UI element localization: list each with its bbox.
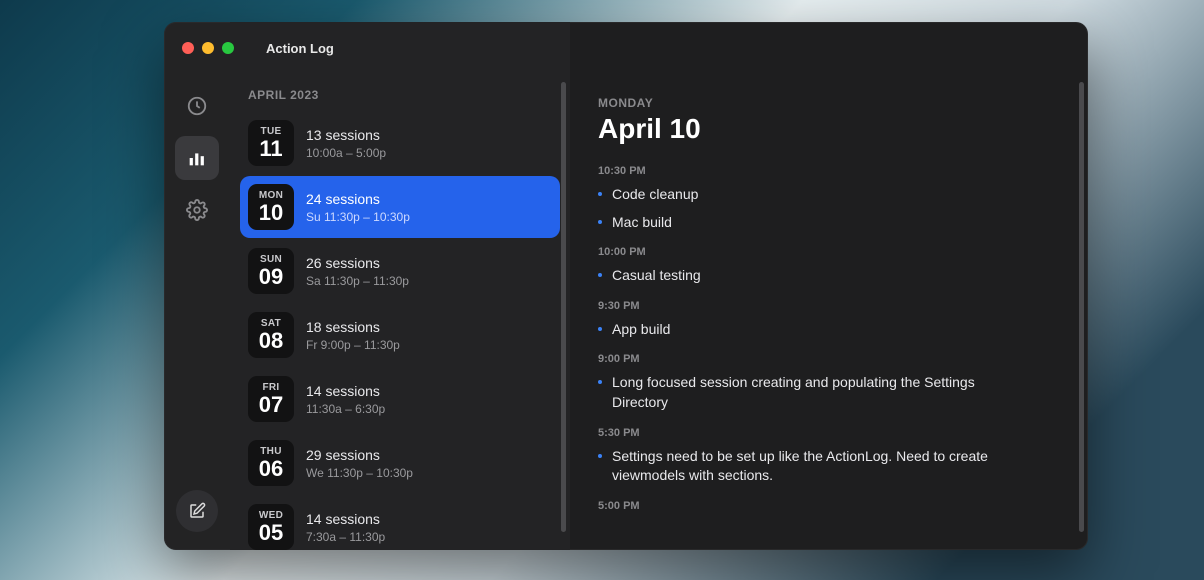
row-text: 14 sessions 7:30a – 11:30p	[306, 511, 385, 544]
compose-button[interactable]	[176, 490, 218, 532]
row-text: 13 sessions 10:00a – 5:00p	[306, 127, 386, 160]
session-range: 7:30a – 11:30p	[306, 530, 385, 544]
date-badge: MON10	[248, 184, 294, 230]
compose-icon	[188, 502, 206, 520]
session-range: 10:00a – 5:00p	[306, 146, 386, 160]
time-header: 10:00 PM	[598, 246, 1060, 258]
row-text: 26 sessions Sa 11:30p – 11:30p	[306, 255, 409, 288]
row-text: 24 sessions Su 11:30p – 10:30p	[306, 191, 410, 224]
day-row[interactable]: MON10 24 sessions Su 11:30p – 10:30p	[240, 176, 560, 238]
session-range: We 11:30p – 10:30p	[306, 466, 413, 480]
close-window-button[interactable]	[182, 42, 194, 54]
time-header: 9:30 PM	[598, 300, 1060, 312]
date-num: 08	[259, 330, 283, 352]
session-range: Sa 11:30p – 11:30p	[306, 274, 409, 288]
date-num: 09	[259, 266, 283, 288]
time-header: 5:00 PM	[598, 500, 1060, 512]
date-num: 07	[259, 394, 283, 416]
sessions-list[interactable]: TUE11 13 sessions 10:00a – 5:00p MON10 24 se…	[230, 112, 570, 550]
titlebar: Action Log	[164, 22, 1088, 74]
entry-text: Code cleanup	[612, 185, 698, 205]
sessions-column: APRIL 2023 TUE11 13 sessions 10:00a – 5:00…	[230, 22, 570, 550]
window-controls	[182, 42, 234, 54]
session-range: Fr 9:00p – 11:30p	[306, 338, 400, 352]
row-text: 18 sessions Fr 9:00p – 11:30p	[306, 319, 400, 352]
log-entry[interactable]: Code cleanup	[598, 185, 1060, 205]
time-header: 10:30 PM	[598, 165, 1060, 177]
session-count: 14 sessions	[306, 511, 385, 527]
timer-icon	[186, 95, 208, 117]
bullet-icon	[598, 220, 602, 224]
fullscreen-window-button[interactable]	[222, 42, 234, 54]
day-row[interactable]: SUN09 26 sessions Sa 11:30p – 11:30p	[240, 240, 560, 302]
day-row[interactable]: THU06 29 sessions We 11:30p – 10:30p	[240, 432, 560, 494]
date-num: 05	[259, 522, 283, 544]
log-entry[interactable]: Mac build	[598, 213, 1060, 233]
bullet-icon	[598, 454, 602, 458]
entry-text: Long focused session creating and popula…	[612, 373, 1012, 412]
app-title: Action Log	[266, 41, 334, 56]
app-window: Action Log APRIL 2023 TUE11 13 sessions 10…	[164, 22, 1088, 550]
row-text: 29 sessions We 11:30p – 10:30p	[306, 447, 413, 480]
date-num: 11	[259, 138, 282, 160]
time-header: 9:00 PM	[598, 353, 1060, 365]
day-row[interactable]: FRI07 14 sessions 11:30a – 6:30p	[240, 368, 560, 430]
bullet-icon	[598, 327, 602, 331]
session-range: 11:30a – 6:30p	[306, 402, 385, 416]
month-header: APRIL 2023	[230, 74, 570, 112]
date-badge: WED05	[248, 504, 294, 550]
log-entry[interactable]: Casual testing	[598, 266, 1060, 286]
session-count: 13 sessions	[306, 127, 386, 143]
bullet-icon	[598, 192, 602, 196]
session-count: 18 sessions	[306, 319, 400, 335]
date-badge: SUN09	[248, 248, 294, 294]
date-badge: SAT08	[248, 312, 294, 358]
detail-day-of-week: MONDAY	[598, 96, 1060, 110]
date-badge: FRI07	[248, 376, 294, 422]
log-entry[interactable]: Long focused session creating and popula…	[598, 373, 1060, 412]
time-header: 5:30 PM	[598, 427, 1060, 439]
log-entry[interactable]: Settings need to be set up like the Acti…	[598, 447, 1060, 486]
session-count: 14 sessions	[306, 383, 385, 399]
detail-column[interactable]: MONDAY April 10 10:30 PM Code cleanup Mac …	[570, 22, 1088, 550]
gear-icon	[186, 199, 208, 221]
sidebar	[164, 22, 230, 550]
date-badge: THU06	[248, 440, 294, 486]
day-row[interactable]: TUE11 13 sessions 10:00a – 5:00p	[240, 112, 560, 174]
date-num: 10	[259, 202, 283, 224]
sidebar-item-log[interactable]	[175, 136, 219, 180]
entry-text: App build	[612, 320, 670, 340]
log-entry[interactable]: App build	[598, 320, 1060, 340]
row-text: 14 sessions 11:30a – 6:30p	[306, 383, 385, 416]
date-badge: TUE11	[248, 120, 294, 166]
scrollbar[interactable]	[561, 82, 566, 532]
sidebar-item-timer[interactable]	[175, 84, 219, 128]
entry-text: Mac build	[612, 213, 672, 233]
session-count: 26 sessions	[306, 255, 409, 271]
chart-icon	[186, 147, 208, 169]
session-count: 29 sessions	[306, 447, 413, 463]
session-range: Su 11:30p – 10:30p	[306, 210, 410, 224]
day-row[interactable]: SAT08 18 sessions Fr 9:00p – 11:30p	[240, 304, 560, 366]
detail-date: April 10	[598, 113, 1060, 145]
session-count: 24 sessions	[306, 191, 410, 207]
sidebar-item-settings[interactable]	[175, 188, 219, 232]
date-num: 06	[259, 458, 283, 480]
entry-text: Settings need to be set up like the Acti…	[612, 447, 1012, 486]
bullet-icon	[598, 380, 602, 384]
minimize-window-button[interactable]	[202, 42, 214, 54]
scrollbar[interactable]	[1079, 82, 1084, 532]
entry-text: Casual testing	[612, 266, 701, 286]
bullet-icon	[598, 273, 602, 277]
day-row[interactable]: WED05 14 sessions 7:30a – 11:30p	[240, 496, 560, 550]
